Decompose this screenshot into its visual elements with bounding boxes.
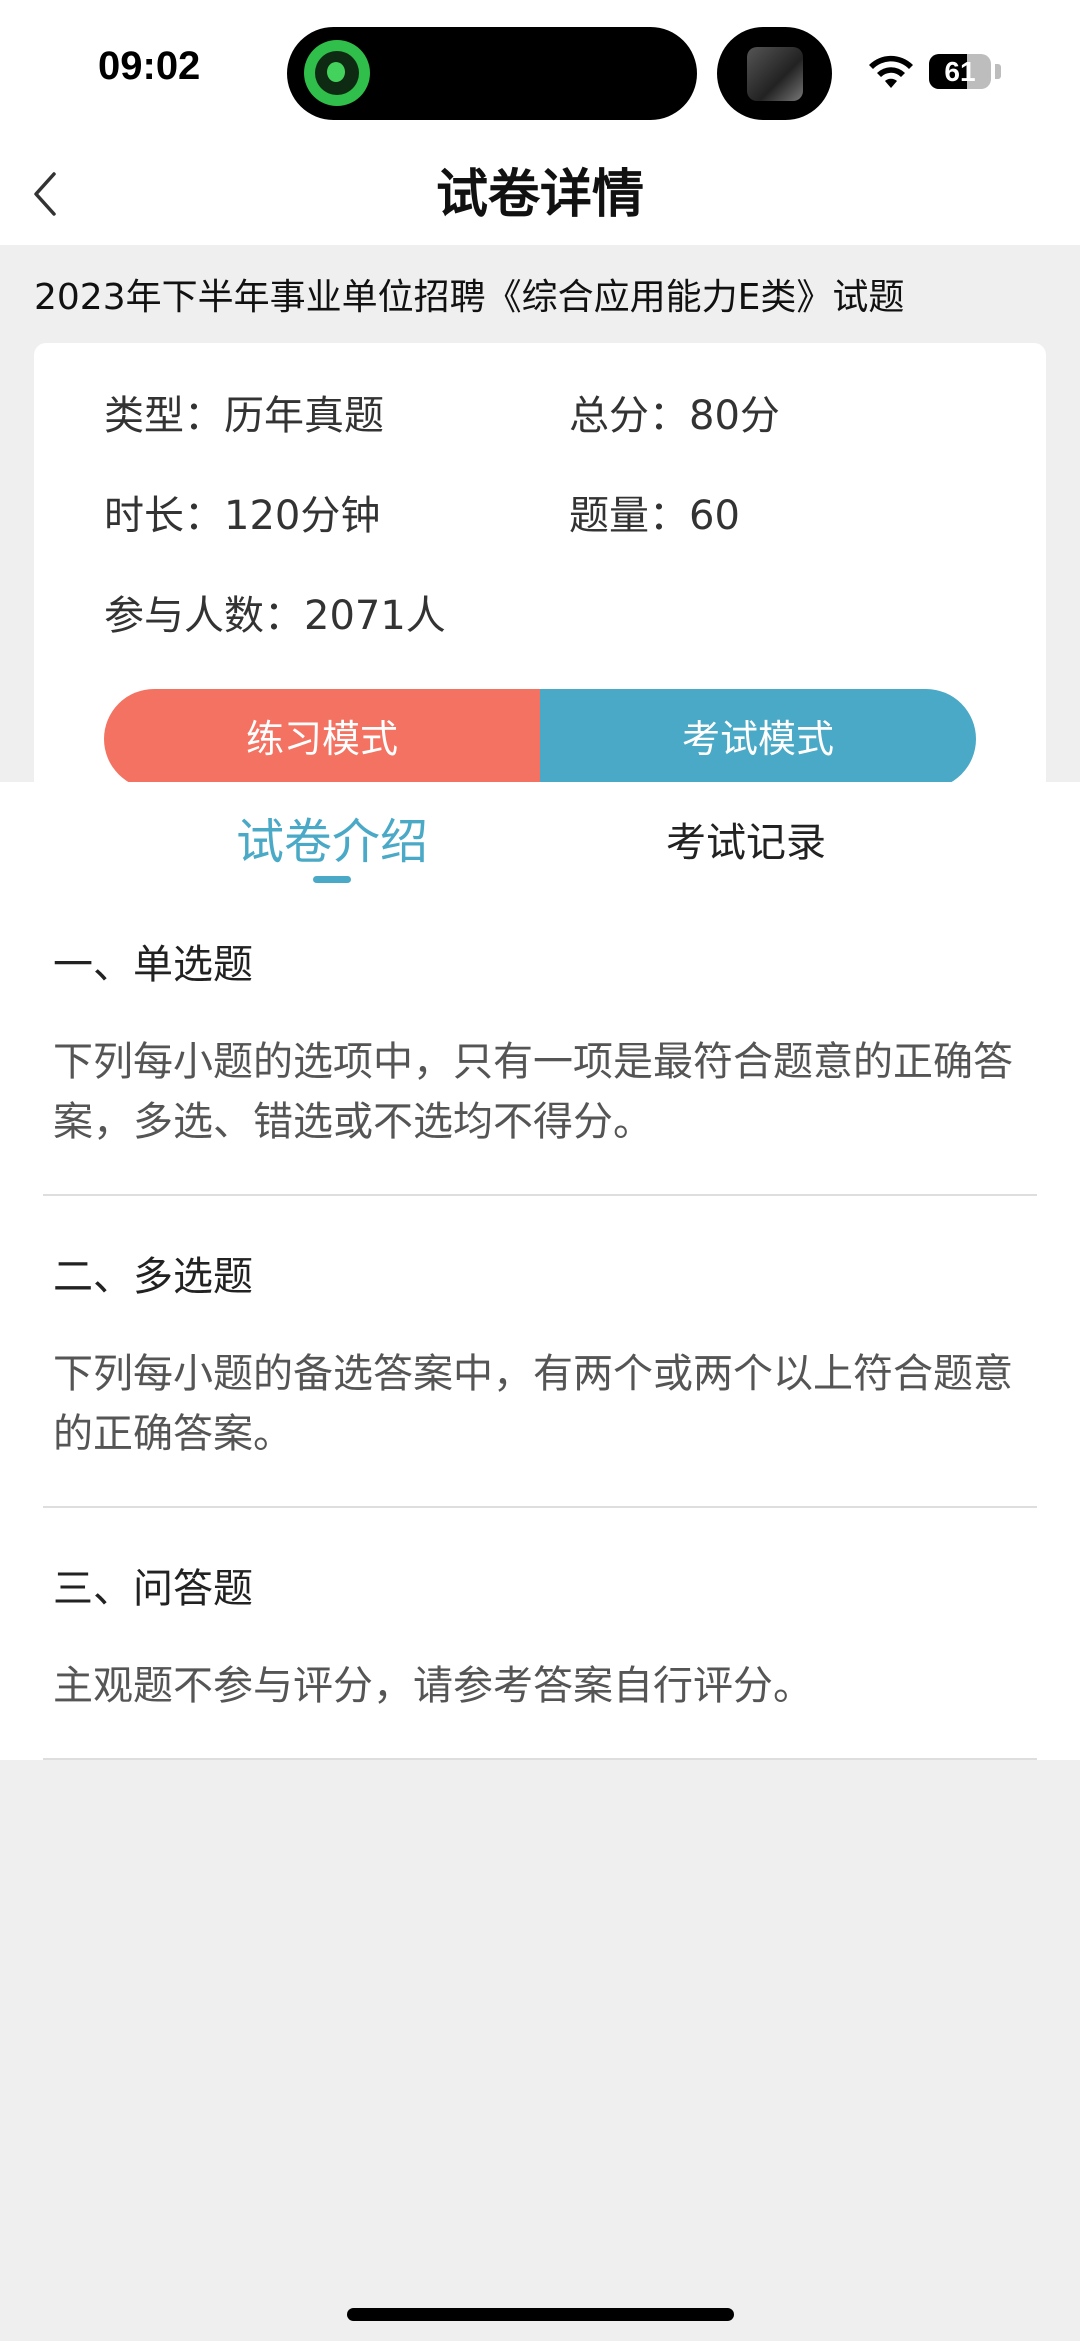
status-bar: 09:02 61 (0, 0, 1080, 140)
nav-bar: 试卷详情 (0, 140, 1080, 245)
tab-exam-records[interactable]: 考试记录 (626, 810, 866, 868)
tab-paper-intro[interactable]: 试卷介绍 (212, 802, 452, 872)
info-participants: 参与人数：2071人 (104, 593, 446, 639)
paper-title: 2023年下半年事业单位招聘《综合应用能力E类》试题 (34, 277, 905, 318)
tab-active-indicator (313, 876, 351, 883)
section-description: 下列每小题的选项中，只有一项是最符合题意的正确答案，多选、错选或不选均不得分。 (53, 1039, 1013, 1145)
section-description: 下列每小题的备选答案中，有两个或两个以上符合题意的正确答案。 (53, 1351, 1013, 1457)
section-description: 主观题不参与评分，请参考答案自行评分。 (53, 1663, 813, 1709)
battery-cap (995, 64, 1001, 79)
divider (43, 1758, 1037, 1760)
content-panel: 试卷介绍 考试记录 一、单选题 下列每小题的选项中，只有一项是最符合题意的正确答… (0, 782, 1080, 1760)
section-heading: 二、多选题 (53, 1254, 253, 1300)
section-heading: 一、单选题 (53, 942, 253, 988)
battery-level: 61 (944, 56, 976, 87)
camera-thumbnail (747, 47, 803, 101)
exam-mode-button[interactable]: 考试模式 (540, 689, 976, 789)
info-type: 类型：历年真题 (104, 393, 384, 439)
info-duration: 时长：120分钟 (104, 493, 381, 539)
live-activity-dot (327, 62, 345, 82)
live-activity-inner (315, 51, 359, 95)
mode-buttons: 练习模式 考试模式 (104, 689, 976, 789)
battery-icon: 61 (929, 54, 991, 89)
info-question-count: 题量：60 (569, 493, 740, 539)
live-activity-icon[interactable] (304, 40, 370, 106)
paper-info-card: 类型：历年真题 总分：80分 时长：120分钟 题量：60 参与人数：2071人… (34, 343, 1046, 793)
home-indicator[interactable] (347, 2308, 734, 2321)
practice-mode-button[interactable]: 练习模式 (104, 689, 540, 789)
section-heading: 三、问答题 (53, 1566, 253, 1612)
divider (43, 1194, 1037, 1196)
divider (43, 1506, 1037, 1508)
page-title: 试卷详情 (435, 165, 644, 225)
camera-activity-pill[interactable] (717, 27, 832, 120)
info-total-score: 总分：80分 (569, 393, 780, 439)
wifi-icon (869, 55, 913, 88)
status-time: 09:02 (98, 44, 201, 88)
dynamic-island[interactable] (287, 27, 697, 120)
